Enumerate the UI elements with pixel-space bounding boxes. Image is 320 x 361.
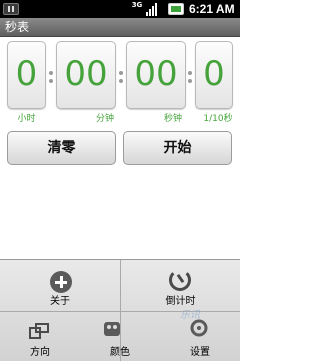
status-bar: 3G 6:21 AM <box>0 0 240 18</box>
menu-item-color-label: 颜色 <box>110 347 130 358</box>
menu-item-settings-label: 设置 <box>190 347 210 358</box>
app-title: 秒表 <box>5 20 30 34</box>
tenths-value: 0 <box>203 54 225 94</box>
hours-display: 0 <box>7 41 46 109</box>
menu-item-countdown-label: 倒计时 <box>165 296 196 307</box>
palette-icon <box>104 322 120 336</box>
menu-item-about-label: 关于 <box>50 296 70 307</box>
colon-separator <box>188 71 192 87</box>
add-icon <box>50 271 72 293</box>
menu-item-direction-label: 方向 <box>30 347 50 358</box>
hours-unit-label: 小时 <box>17 114 36 124</box>
content-background <box>0 165 240 259</box>
menu-item-countdown[interactable]: 倒计时 <box>121 260 240 311</box>
minutes-unit-label: 分钟 <box>95 114 114 124</box>
menu-item-about[interactable]: 关于 <box>0 260 120 311</box>
seconds-unit-label: 秒钟 <box>163 114 182 124</box>
seconds-value: 00 <box>134 54 178 94</box>
options-menu: 关于 倒计时 方向 颜色 设置 <box>0 259 240 361</box>
signal-strength-icon <box>146 2 160 16</box>
clear-button[interactable]: 清零 <box>7 131 116 165</box>
tenths-unit-label: 1/10秒 <box>203 114 233 124</box>
watermark-logo: 乐讯 <box>180 310 200 321</box>
minutes-display: 00 <box>56 41 116 109</box>
colon-separator <box>119 71 123 87</box>
hours-value: 0 <box>15 54 38 94</box>
network-type-icon: 3G <box>131 1 143 9</box>
seconds-display: 00 <box>126 41 186 109</box>
timer-icon <box>169 269 191 291</box>
title-bar: 秒表 <box>0 18 240 37</box>
start-button[interactable]: 开始 <box>123 131 232 165</box>
tenths-display: 0 <box>195 41 233 109</box>
pause-notification-icon <box>3 3 19 15</box>
minutes-value: 00 <box>64 54 108 94</box>
battery-icon <box>168 3 184 15</box>
status-time: 6:21 AM <box>189 2 235 16</box>
colon-separator <box>49 71 53 87</box>
rotate-screen-icon <box>29 323 49 339</box>
